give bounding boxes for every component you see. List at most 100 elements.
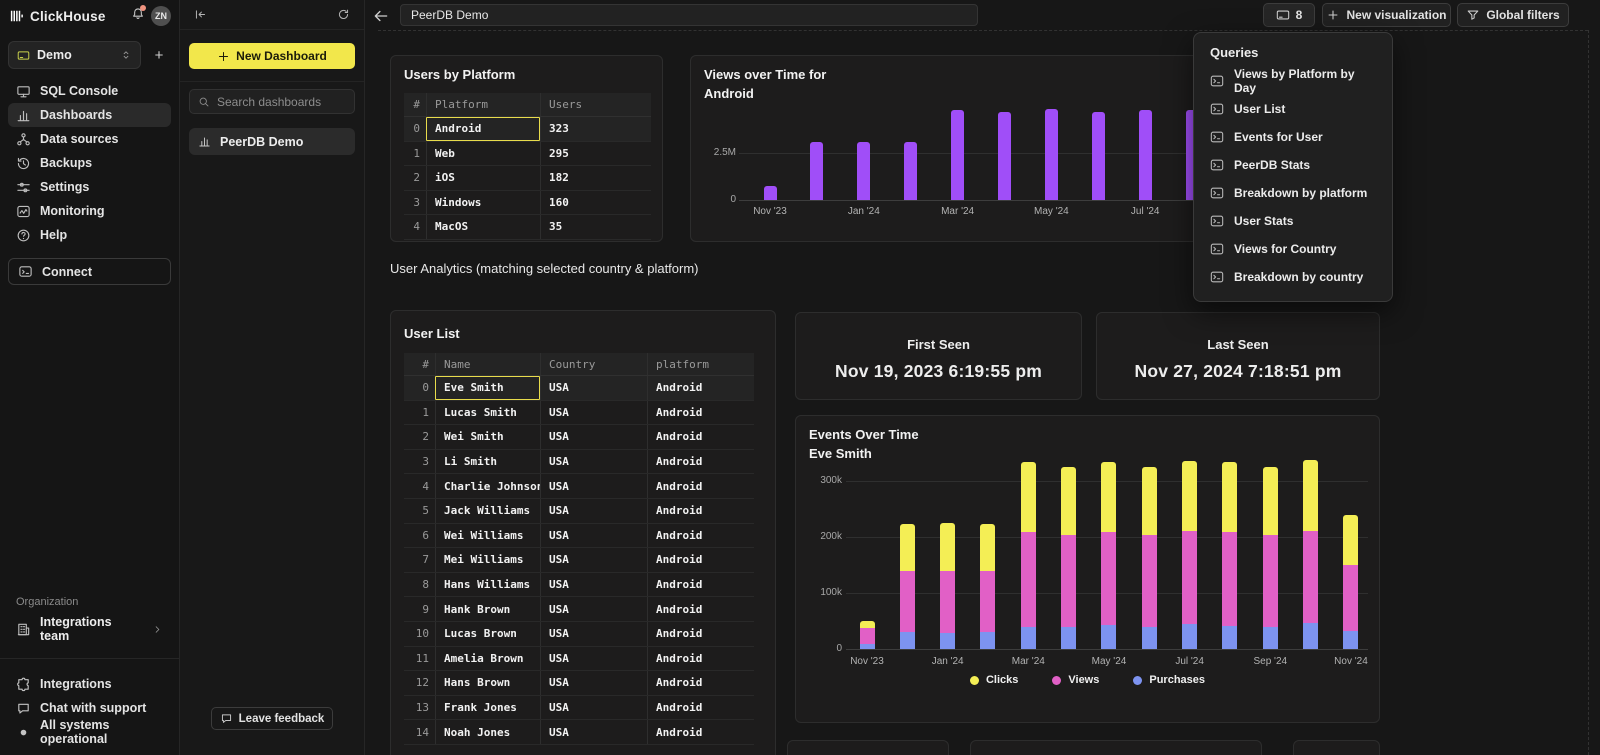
row-index-cell[interactable]: 7 <box>404 548 435 572</box>
table-cell[interactable]: Windows <box>426 191 540 215</box>
bar-segment-views[interactable] <box>940 571 955 633</box>
row-index-cell[interactable]: 5 <box>404 499 435 523</box>
bar-segment-clicks[interactable] <box>900 524 915 570</box>
bar-segment-views[interactable] <box>1021 532 1036 627</box>
table-cell[interactable]: USA <box>540 696 647 720</box>
bar-jul-2024[interactable] <box>1139 110 1152 200</box>
table-row[interactable]: 0Android323 <box>404 117 651 142</box>
sidebar-item-monitoring[interactable]: Monitoring <box>8 199 171 223</box>
table-cell[interactable]: USA <box>540 499 647 523</box>
table-cell[interactable]: USA <box>540 450 647 474</box>
bar-segment-clicks[interactable] <box>860 621 875 628</box>
bar-nov-2023[interactable] <box>764 186 777 200</box>
bar-segment-clicks[interactable] <box>1263 467 1278 535</box>
bar-jan-2024[interactable] <box>857 142 870 200</box>
queries-count-button[interactable]: 8 <box>1263 3 1315 27</box>
avatar[interactable]: ZN <box>151 6 171 26</box>
table-cell[interactable]: Android <box>647 622 753 646</box>
table-row[interactable]: 2iOS182 <box>404 166 651 191</box>
bar-segment-views[interactable] <box>1343 565 1358 631</box>
table-cell[interactable]: Android <box>647 401 753 425</box>
table-row[interactable]: 7Mei WilliamsUSAAndroid <box>404 548 754 573</box>
table-cell[interactable]: USA <box>540 647 647 671</box>
table-cell[interactable]: Lucas Smith <box>435 401 540 425</box>
table-row[interactable]: 3Li SmithUSAAndroid <box>404 450 754 475</box>
bar-segment-views[interactable] <box>980 571 995 632</box>
refresh-icon[interactable] <box>337 8 350 21</box>
row-index-cell[interactable]: 6 <box>404 524 435 548</box>
table-cell[interactable]: Hank Brown <box>435 597 540 621</box>
query-item[interactable]: User List <box>1194 95 1392 123</box>
table-cell[interactable]: 182 <box>540 166 651 190</box>
bar-segment-purchases[interactable] <box>1101 625 1116 649</box>
sidebar-item-sql-console[interactable]: SQL Console <box>8 79 171 103</box>
table-cell[interactable]: Wei Williams <box>435 524 540 548</box>
query-item[interactable]: Breakdown by platform <box>1194 179 1392 207</box>
notifications-button[interactable] <box>131 7 145 26</box>
table-cell[interactable]: Android <box>647 450 753 474</box>
bar-dec-2023[interactable] <box>810 142 823 200</box>
bar-segment-clicks[interactable] <box>1101 462 1116 532</box>
table-cell[interactable]: Charlie Johnson <box>435 474 540 498</box>
table-cell[interactable]: Web <box>426 142 540 166</box>
table-row[interactable]: 5Jack WilliamsUSAAndroid <box>404 499 754 524</box>
table-cell[interactable]: Android <box>647 573 753 597</box>
global-filters-button[interactable]: Global filters <box>1457 3 1569 27</box>
table-row[interactable]: 10Lucas BrownUSAAndroid <box>404 622 754 647</box>
bar-may-2024[interactable] <box>1045 109 1058 200</box>
table-cell[interactable]: Hans Brown <box>435 671 540 695</box>
connect-button[interactable]: Connect <box>8 258 171 285</box>
query-item[interactable]: Views for Country <box>1194 235 1392 263</box>
bar-segment-clicks[interactable] <box>1021 462 1036 532</box>
row-index-cell[interactable]: 4 <box>404 215 426 239</box>
table-cell[interactable]: Hans Williams <box>435 573 540 597</box>
dashboard-title-input[interactable]: PeerDB Demo <box>400 4 978 26</box>
table-row[interactable]: 3Windows160 <box>404 191 651 216</box>
table-cell[interactable]: Lucas Brown <box>435 622 540 646</box>
query-item[interactable]: User Stats <box>1194 207 1392 235</box>
bar-segment-clicks[interactable] <box>1061 467 1076 535</box>
query-item[interactable]: Views by Platform by Day <box>1194 67 1392 95</box>
table-row[interactable]: 14Noah JonesUSAAndroid <box>404 720 754 745</box>
bar-segment-purchases[interactable] <box>940 633 955 649</box>
bar-mar-2024[interactable] <box>951 110 964 200</box>
row-index-cell[interactable]: 10 <box>404 622 435 646</box>
table-cell[interactable]: Amelia Brown <box>435 647 540 671</box>
dashboard-list-item[interactable]: PeerDB Demo <box>189 128 355 155</box>
table-cell[interactable]: USA <box>540 401 647 425</box>
table-row[interactable]: 1Lucas SmithUSAAndroid <box>404 401 754 426</box>
table-cell[interactable]: Jack Williams <box>435 499 540 523</box>
row-index-cell[interactable]: 4 <box>404 474 435 498</box>
table-cell[interactable]: Android <box>647 499 753 523</box>
sidebar-item-settings[interactable]: Settings <box>8 175 171 199</box>
table-cell[interactable]: USA <box>540 425 647 449</box>
table-cell[interactable]: Android <box>647 376 753 400</box>
table-cell[interactable]: USA <box>540 671 647 695</box>
table-cell[interactable]: Android <box>647 720 753 744</box>
table-row[interactable]: 12Hans BrownUSAAndroid <box>404 671 754 696</box>
table-row[interactable]: 8Hans WilliamsUSAAndroid <box>404 573 754 598</box>
row-index-cell[interactable]: 0 <box>404 376 435 400</box>
table-cell[interactable]: Mei Williams <box>435 548 540 572</box>
bar-segment-clicks[interactable] <box>1142 467 1157 535</box>
bar-segment-purchases[interactable] <box>1263 627 1278 649</box>
table-cell[interactable]: USA <box>540 573 647 597</box>
bar-segment-views[interactable] <box>1222 532 1237 626</box>
selected-cell[interactable]: Android <box>426 117 540 141</box>
bar-segment-clicks[interactable] <box>1182 461 1197 532</box>
footer-item-system-status[interactable]: All systems operational <box>8 720 171 744</box>
add-service-button[interactable]: + <box>147 41 171 69</box>
sidebar-item-backups[interactable]: Backups <box>8 151 171 175</box>
table-cell[interactable]: USA <box>540 548 647 572</box>
row-index-cell[interactable]: 14 <box>404 720 435 744</box>
bar-segment-purchases[interactable] <box>1303 623 1318 649</box>
table-cell[interactable]: Noah Jones <box>435 720 540 744</box>
table-row[interactable]: 13Frank JonesUSAAndroid <box>404 696 754 721</box>
row-index-cell[interactable]: 3 <box>404 450 435 474</box>
bar-segment-clicks[interactable] <box>1343 515 1358 565</box>
row-index-cell[interactable]: 3 <box>404 191 426 215</box>
bar-segment-views[interactable] <box>1303 531 1318 623</box>
bar-segment-purchases[interactable] <box>1021 627 1036 649</box>
table-cell[interactable]: USA <box>540 474 647 498</box>
table-cell[interactable]: USA <box>540 720 647 744</box>
